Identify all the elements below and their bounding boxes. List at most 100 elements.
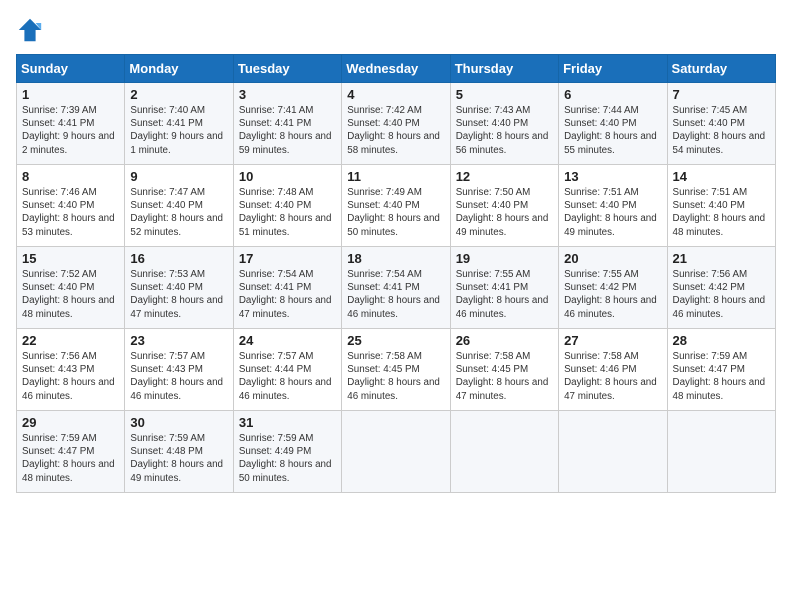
day-detail: Sunrise: 7:45 AM Sunset: 4:40 PM Dayligh… (673, 104, 770, 157)
day-detail: Sunrise: 7:48 AM Sunset: 4:40 PM Dayligh… (239, 186, 336, 239)
day-number: 24 (239, 333, 336, 348)
calendar-header-cell: Monday (125, 55, 233, 83)
day-number: 18 (347, 251, 444, 266)
day-number: 23 (130, 333, 227, 348)
calendar-week-row: 1 Sunrise: 7:39 AM Sunset: 4:41 PM Dayli… (17, 83, 776, 165)
calendar-cell: 30 Sunrise: 7:59 AM Sunset: 4:48 PM Dayl… (125, 411, 233, 493)
day-number: 22 (22, 333, 119, 348)
calendar-cell: 31 Sunrise: 7:59 AM Sunset: 4:49 PM Dayl… (233, 411, 341, 493)
day-detail: Sunrise: 7:41 AM Sunset: 4:41 PM Dayligh… (239, 104, 336, 157)
calendar-body: 1 Sunrise: 7:39 AM Sunset: 4:41 PM Dayli… (17, 83, 776, 493)
day-detail: Sunrise: 7:58 AM Sunset: 4:45 PM Dayligh… (347, 350, 444, 403)
calendar-header-cell: Sunday (17, 55, 125, 83)
day-detail: Sunrise: 7:51 AM Sunset: 4:40 PM Dayligh… (673, 186, 770, 239)
day-detail: Sunrise: 7:55 AM Sunset: 4:41 PM Dayligh… (456, 268, 553, 321)
calendar-cell (667, 411, 775, 493)
calendar-cell: 18 Sunrise: 7:54 AM Sunset: 4:41 PM Dayl… (342, 247, 450, 329)
day-number: 30 (130, 415, 227, 430)
calendar-cell: 3 Sunrise: 7:41 AM Sunset: 4:41 PM Dayli… (233, 83, 341, 165)
calendar-cell: 25 Sunrise: 7:58 AM Sunset: 4:45 PM Dayl… (342, 329, 450, 411)
day-number: 13 (564, 169, 661, 184)
day-number: 3 (239, 87, 336, 102)
day-detail: Sunrise: 7:56 AM Sunset: 4:42 PM Dayligh… (673, 268, 770, 321)
calendar-cell: 28 Sunrise: 7:59 AM Sunset: 4:47 PM Dayl… (667, 329, 775, 411)
day-detail: Sunrise: 7:54 AM Sunset: 4:41 PM Dayligh… (347, 268, 444, 321)
day-number: 1 (22, 87, 119, 102)
calendar-cell: 11 Sunrise: 7:49 AM Sunset: 4:40 PM Dayl… (342, 165, 450, 247)
calendar-cell: 23 Sunrise: 7:57 AM Sunset: 4:43 PM Dayl… (125, 329, 233, 411)
day-number: 27 (564, 333, 661, 348)
day-number: 21 (673, 251, 770, 266)
day-detail: Sunrise: 7:59 AM Sunset: 4:47 PM Dayligh… (673, 350, 770, 403)
day-number: 9 (130, 169, 227, 184)
header (16, 16, 776, 44)
calendar-cell: 6 Sunrise: 7:44 AM Sunset: 4:40 PM Dayli… (559, 83, 667, 165)
day-detail: Sunrise: 7:57 AM Sunset: 4:44 PM Dayligh… (239, 350, 336, 403)
calendar-cell (450, 411, 558, 493)
calendar-cell: 1 Sunrise: 7:39 AM Sunset: 4:41 PM Dayli… (17, 83, 125, 165)
calendar-header-cell: Tuesday (233, 55, 341, 83)
calendar-week-row: 8 Sunrise: 7:46 AM Sunset: 4:40 PM Dayli… (17, 165, 776, 247)
calendar-cell: 2 Sunrise: 7:40 AM Sunset: 4:41 PM Dayli… (125, 83, 233, 165)
calendar-cell: 9 Sunrise: 7:47 AM Sunset: 4:40 PM Dayli… (125, 165, 233, 247)
calendar-header-cell: Friday (559, 55, 667, 83)
day-number: 12 (456, 169, 553, 184)
calendar-cell: 16 Sunrise: 7:53 AM Sunset: 4:40 PM Dayl… (125, 247, 233, 329)
day-number: 15 (22, 251, 119, 266)
day-number: 19 (456, 251, 553, 266)
day-detail: Sunrise: 7:55 AM Sunset: 4:42 PM Dayligh… (564, 268, 661, 321)
calendar-week-row: 29 Sunrise: 7:59 AM Sunset: 4:47 PM Dayl… (17, 411, 776, 493)
day-detail: Sunrise: 7:46 AM Sunset: 4:40 PM Dayligh… (22, 186, 119, 239)
calendar-cell: 17 Sunrise: 7:54 AM Sunset: 4:41 PM Dayl… (233, 247, 341, 329)
day-detail: Sunrise: 7:53 AM Sunset: 4:40 PM Dayligh… (130, 268, 227, 321)
day-number: 17 (239, 251, 336, 266)
calendar-cell (559, 411, 667, 493)
calendar-cell: 20 Sunrise: 7:55 AM Sunset: 4:42 PM Dayl… (559, 247, 667, 329)
day-detail: Sunrise: 7:52 AM Sunset: 4:40 PM Dayligh… (22, 268, 119, 321)
day-number: 8 (22, 169, 119, 184)
calendar-cell: 10 Sunrise: 7:48 AM Sunset: 4:40 PM Dayl… (233, 165, 341, 247)
day-number: 31 (239, 415, 336, 430)
calendar-cell: 5 Sunrise: 7:43 AM Sunset: 4:40 PM Dayli… (450, 83, 558, 165)
day-detail: Sunrise: 7:54 AM Sunset: 4:41 PM Dayligh… (239, 268, 336, 321)
day-number: 29 (22, 415, 119, 430)
calendar-cell: 8 Sunrise: 7:46 AM Sunset: 4:40 PM Dayli… (17, 165, 125, 247)
day-detail: Sunrise: 7:51 AM Sunset: 4:40 PM Dayligh… (564, 186, 661, 239)
day-detail: Sunrise: 7:59 AM Sunset: 4:49 PM Dayligh… (239, 432, 336, 485)
day-number: 5 (456, 87, 553, 102)
header-row: SundayMondayTuesdayWednesdayThursdayFrid… (17, 55, 776, 83)
day-detail: Sunrise: 7:40 AM Sunset: 4:41 PM Dayligh… (130, 104, 227, 157)
day-detail: Sunrise: 7:49 AM Sunset: 4:40 PM Dayligh… (347, 186, 444, 239)
day-number: 16 (130, 251, 227, 266)
day-detail: Sunrise: 7:42 AM Sunset: 4:40 PM Dayligh… (347, 104, 444, 157)
calendar-week-row: 22 Sunrise: 7:56 AM Sunset: 4:43 PM Dayl… (17, 329, 776, 411)
day-number: 28 (673, 333, 770, 348)
day-detail: Sunrise: 7:44 AM Sunset: 4:40 PM Dayligh… (564, 104, 661, 157)
calendar-cell: 29 Sunrise: 7:59 AM Sunset: 4:47 PM Dayl… (17, 411, 125, 493)
calendar-header-cell: Saturday (667, 55, 775, 83)
day-detail: Sunrise: 7:56 AM Sunset: 4:43 PM Dayligh… (22, 350, 119, 403)
day-number: 20 (564, 251, 661, 266)
calendar-cell: 26 Sunrise: 7:58 AM Sunset: 4:45 PM Dayl… (450, 329, 558, 411)
calendar-cell: 12 Sunrise: 7:50 AM Sunset: 4:40 PM Dayl… (450, 165, 558, 247)
calendar-cell: 7 Sunrise: 7:45 AM Sunset: 4:40 PM Dayli… (667, 83, 775, 165)
logo-icon (16, 16, 44, 44)
calendar-cell (342, 411, 450, 493)
day-detail: Sunrise: 7:47 AM Sunset: 4:40 PM Dayligh… (130, 186, 227, 239)
calendar-header: SundayMondayTuesdayWednesdayThursdayFrid… (17, 55, 776, 83)
day-number: 7 (673, 87, 770, 102)
day-number: 25 (347, 333, 444, 348)
day-detail: Sunrise: 7:58 AM Sunset: 4:46 PM Dayligh… (564, 350, 661, 403)
calendar-cell: 14 Sunrise: 7:51 AM Sunset: 4:40 PM Dayl… (667, 165, 775, 247)
calendar-cell: 27 Sunrise: 7:58 AM Sunset: 4:46 PM Dayl… (559, 329, 667, 411)
calendar-cell: 19 Sunrise: 7:55 AM Sunset: 4:41 PM Dayl… (450, 247, 558, 329)
day-detail: Sunrise: 7:50 AM Sunset: 4:40 PM Dayligh… (456, 186, 553, 239)
day-number: 26 (456, 333, 553, 348)
calendar-week-row: 15 Sunrise: 7:52 AM Sunset: 4:40 PM Dayl… (17, 247, 776, 329)
page: SundayMondayTuesdayWednesdayThursdayFrid… (0, 0, 792, 612)
calendar-table: SundayMondayTuesdayWednesdayThursdayFrid… (16, 54, 776, 493)
calendar-header-cell: Thursday (450, 55, 558, 83)
day-number: 6 (564, 87, 661, 102)
calendar-cell: 22 Sunrise: 7:56 AM Sunset: 4:43 PM Dayl… (17, 329, 125, 411)
day-detail: Sunrise: 7:57 AM Sunset: 4:43 PM Dayligh… (130, 350, 227, 403)
